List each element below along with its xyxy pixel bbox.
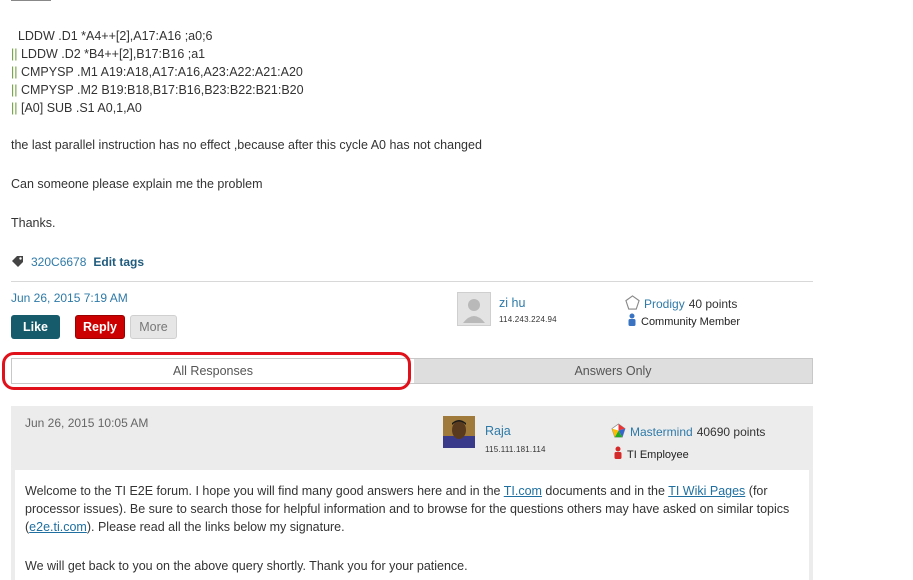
question-paragraph: Can someone please explain me the proble… (11, 177, 263, 191)
author-role: Community Member (627, 313, 740, 330)
ti-employee-icon (613, 446, 623, 463)
reply-button[interactable]: Reply (75, 315, 125, 339)
author-ip: 114.243.224.94 (499, 315, 557, 324)
reply-author-ip: 115.111.181.114 (485, 445, 546, 454)
mastermind-rank-icon (611, 423, 626, 441)
author-rank: Prodigy 40 points (625, 295, 737, 313)
rank-points: 40690 points (696, 425, 766, 439)
like-button[interactable]: Like (11, 315, 60, 339)
tag-icon (11, 255, 25, 270)
community-member-icon (627, 313, 637, 330)
e2e-link[interactable]: e2e.ti.com (29, 520, 87, 534)
divider (11, 281, 813, 282)
tag-link[interactable]: 320C6678 (31, 255, 86, 269)
reply-author-name[interactable]: Raja (485, 424, 511, 438)
code-line: || LDDW .D2 *B4++[2],B17:B16 ;a1 (11, 47, 206, 61)
prodigy-rank-icon (625, 295, 640, 313)
ti-com-link[interactable]: TI.com (504, 484, 542, 498)
code-block: LDDW .D1 *A4++[2],A17:A16 ;a0;6 || LDDW … (11, 27, 304, 117)
more-button[interactable]: More (130, 315, 177, 339)
question-paragraph: the last parallel instruction has no eff… (11, 138, 482, 152)
code-line: || CMPYSP .M1 A19:A18,A17:A16,A23:A22:A2… (11, 65, 303, 79)
reply-date[interactable]: Jun 26, 2015 10:05 AM (25, 416, 148, 430)
cropped-text-top (11, 0, 71, 2)
post-date[interactable]: Jun 26, 2015 7:19 AM (11, 291, 128, 305)
default-avatar-icon[interactable] (457, 292, 491, 326)
code-line: || CMPYSP .M2 B19:B18,B17:B16,B23:B22:B2… (11, 83, 304, 97)
raja-avatar[interactable] (443, 416, 475, 448)
tag-row: 320C6678 Edit tags (11, 254, 144, 270)
question-paragraph: Thanks. (11, 216, 56, 230)
reply-paragraph: We will get back to you on the above que… (25, 559, 468, 573)
author-name[interactable]: zi hu (499, 296, 525, 310)
tab-answers-only[interactable]: Answers Only (414, 359, 812, 383)
ti-wiki-link[interactable]: TI Wiki Pages (668, 484, 745, 498)
code-line: LDDW .D1 *A4++[2],A17:A16 ;a0;6 (11, 29, 213, 43)
reply-author-rank: Mastermind 40690 points (611, 423, 765, 441)
highlight-annotation (2, 352, 411, 390)
rank-points: 40 points (688, 297, 738, 311)
edit-tags-link[interactable]: Edit tags (93, 255, 144, 269)
rank-name[interactable]: Prodigy (644, 297, 685, 311)
reply-paragraph: Welcome to the TI E2E forum. I hope you … (25, 484, 790, 534)
code-line: || [A0] SUB .S1 A0,1,A0 (11, 101, 142, 115)
rank-name[interactable]: Mastermind (630, 425, 693, 439)
reply-author-role: TI Employee (613, 446, 689, 463)
